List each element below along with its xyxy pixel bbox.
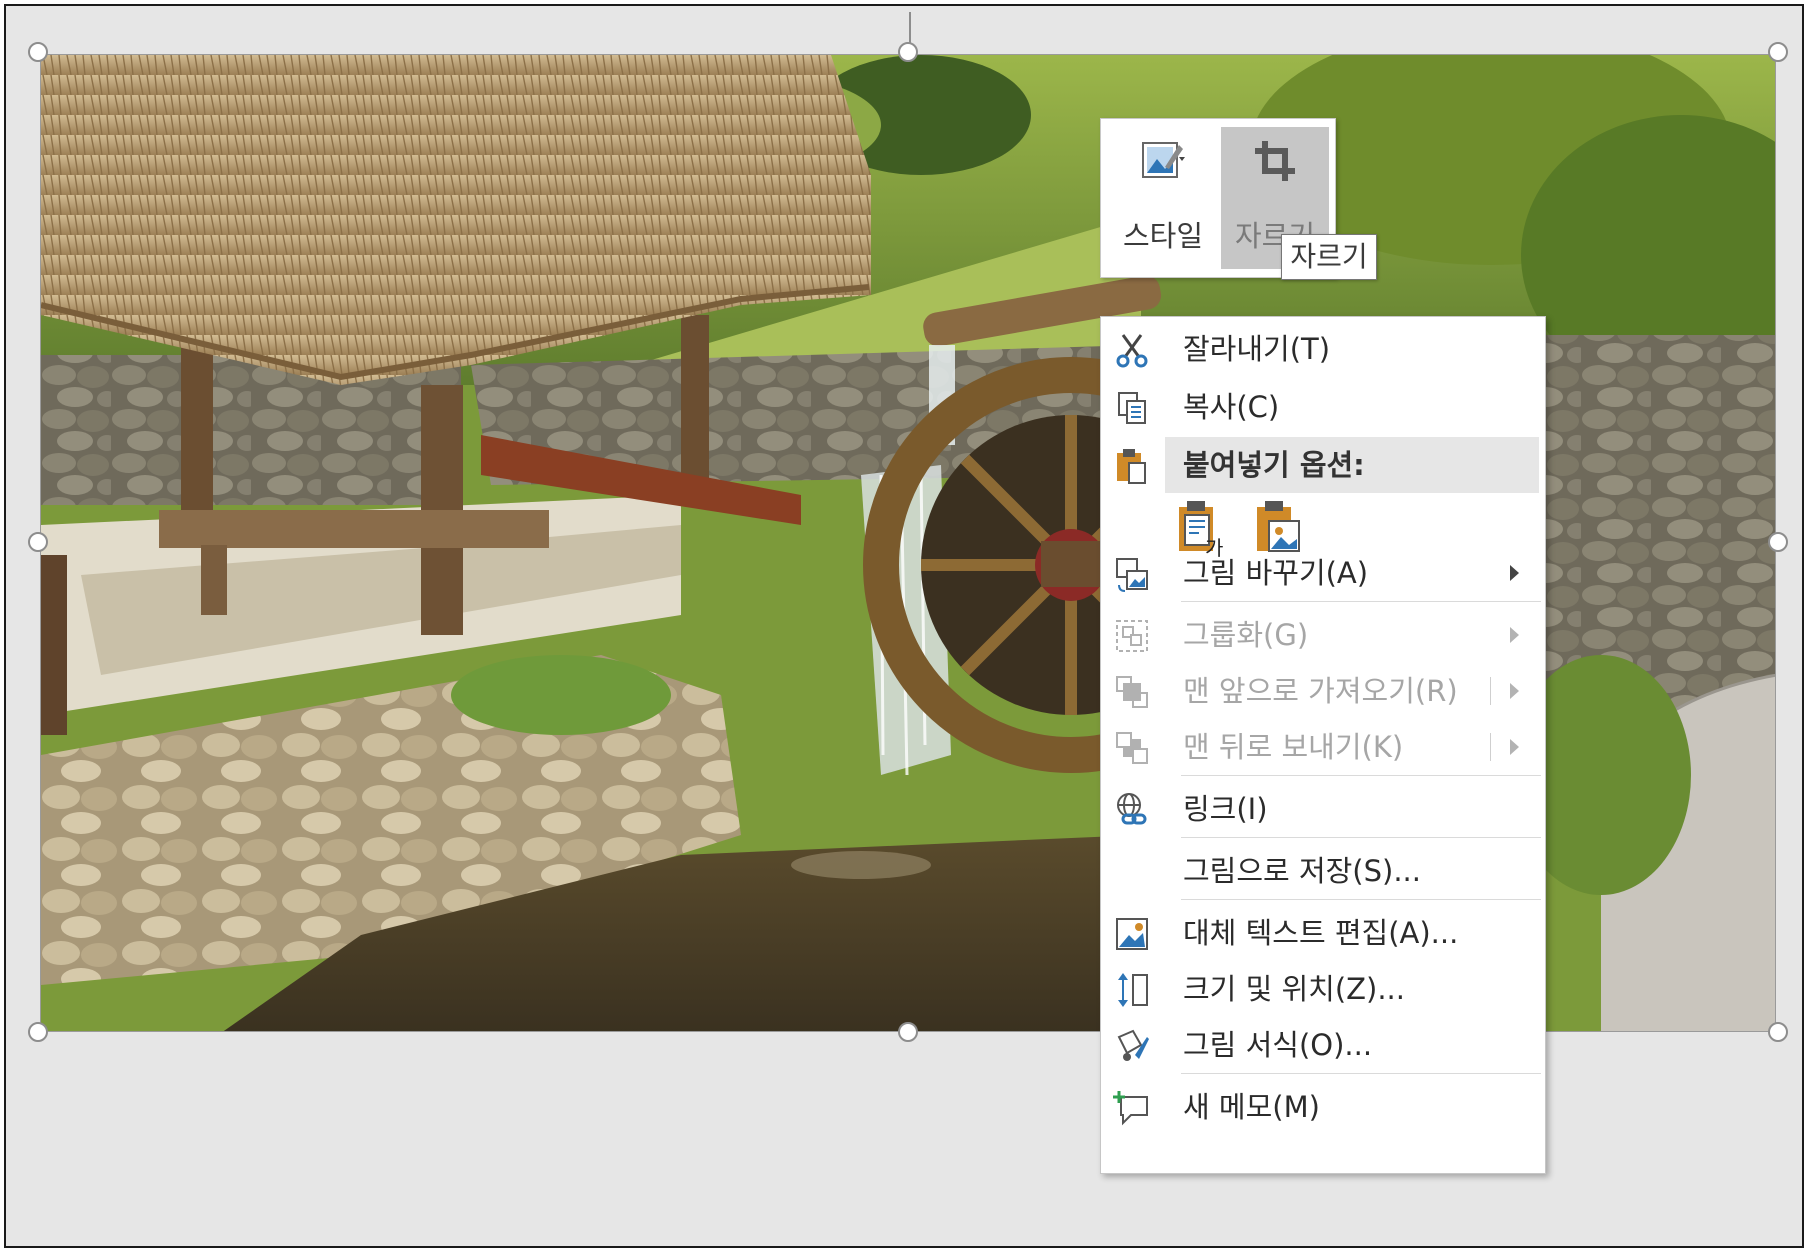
crop-icon bbox=[1255, 141, 1295, 181]
menu-separator bbox=[1181, 1073, 1541, 1074]
size-position-icon bbox=[1118, 973, 1148, 1007]
menu-item-save-as-picture[interactable]: 그림으로 저장(S)... bbox=[1101, 843, 1545, 899]
alt-text-icon bbox=[1116, 918, 1148, 950]
menu-item-link[interactable]: 링크(I) bbox=[1101, 781, 1545, 837]
menu-item-new-comment[interactable]: 새 메모(M) bbox=[1101, 1079, 1545, 1135]
menu-label-send-to-back: 맨 뒤로 보내기(K) bbox=[1183, 730, 1404, 764]
menu-item-bring-to-front[interactable]: 맨 앞으로 가져오기(R) bbox=[1101, 663, 1545, 719]
menu-item-change-picture[interactable]: 그림 바꾸기(A) bbox=[1101, 545, 1545, 601]
menu-item-send-to-back[interactable]: 맨 뒤로 보내기(K) bbox=[1101, 719, 1545, 775]
resize-handle-bottom[interactable] bbox=[898, 1022, 918, 1042]
split-divider bbox=[1490, 677, 1491, 705]
menu-item-copy[interactable]: 복사(C) bbox=[1101, 379, 1545, 435]
menu-separator bbox=[1181, 775, 1541, 776]
menu-label-bring-to-front: 맨 앞으로 가져오기(R) bbox=[1183, 674, 1458, 708]
paste-options-header: 붙여넣기 옵션: bbox=[1165, 437, 1539, 493]
format-picture-icon bbox=[1117, 1029, 1149, 1061]
menu-item-group[interactable]: 그룹화(G) bbox=[1101, 607, 1545, 663]
resize-handle-top-right[interactable] bbox=[1768, 42, 1788, 62]
menu-label-change-picture: 그림 바꾸기(A) bbox=[1183, 556, 1369, 590]
menu-item-cut[interactable]: 잘라내기(T) bbox=[1101, 321, 1545, 377]
context-menu: 잘라내기(T) 복사(C) 붙여넣기 옵션: 가 그림 바꾸기(A) 그룹화(G… bbox=[1100, 316, 1546, 1174]
menu-label-cut: 잘라내기(T) bbox=[1183, 332, 1331, 366]
submenu-arrow-icon bbox=[1510, 739, 1519, 755]
menu-separator bbox=[1181, 601, 1541, 602]
resize-handle-bottom-left[interactable] bbox=[28, 1022, 48, 1042]
submenu-arrow-icon bbox=[1510, 683, 1519, 699]
menu-label-format-picture: 그림 서식(O)... bbox=[1183, 1028, 1373, 1062]
new-comment-icon bbox=[1113, 1091, 1148, 1126]
resize-handle-left[interactable] bbox=[28, 532, 48, 552]
resize-handle-top-left[interactable] bbox=[28, 42, 48, 62]
menu-item-edit-alt-text[interactable]: 대체 텍스트 편집(A)... bbox=[1101, 905, 1545, 961]
menu-item-size-position[interactable]: 크기 및 위치(Z)... bbox=[1101, 961, 1545, 1017]
submenu-arrow-icon bbox=[1510, 627, 1519, 643]
style-button[interactable]: 스타일 bbox=[1109, 127, 1217, 269]
resize-handle-right[interactable] bbox=[1768, 532, 1788, 552]
menu-label-new-comment: 새 메모(M) bbox=[1183, 1090, 1320, 1124]
menu-separator bbox=[1181, 837, 1541, 838]
scissors-icon bbox=[1116, 334, 1148, 368]
menu-separator bbox=[1181, 899, 1541, 900]
menu-label-group: 그룹화(G) bbox=[1183, 618, 1309, 652]
submenu-arrow-icon bbox=[1510, 565, 1519, 581]
style-label: 스타일 bbox=[1122, 219, 1204, 253]
menu-label-save-as-picture: 그림으로 저장(S)... bbox=[1183, 854, 1421, 888]
change-picture-icon bbox=[1116, 558, 1148, 592]
menu-label-link: 링크(I) bbox=[1183, 792, 1268, 826]
menu-item-format-picture[interactable]: 그림 서식(O)... bbox=[1101, 1017, 1545, 1073]
link-icon bbox=[1117, 793, 1147, 825]
bring-to-front-icon bbox=[1116, 676, 1148, 708]
menu-label-edit-alt-text: 대체 텍스트 편집(A)... bbox=[1183, 916, 1459, 950]
send-to-back-icon bbox=[1116, 732, 1148, 764]
crop-tooltip: 자르기 bbox=[1281, 234, 1377, 280]
paste-icon bbox=[1117, 449, 1146, 484]
copy-icon bbox=[1118, 392, 1146, 424]
menu-label-size-position: 크기 및 위치(Z)... bbox=[1183, 972, 1405, 1006]
resize-handle-bottom-right[interactable] bbox=[1768, 1022, 1788, 1042]
split-divider bbox=[1490, 733, 1491, 761]
resize-handle-top[interactable] bbox=[898, 42, 918, 62]
picture-style-icon bbox=[1142, 142, 1185, 178]
menu-label-copy: 복사(C) bbox=[1183, 390, 1280, 424]
paste-options-label: 붙여넣기 옵션: bbox=[1183, 448, 1365, 482]
group-icon bbox=[1116, 620, 1148, 652]
